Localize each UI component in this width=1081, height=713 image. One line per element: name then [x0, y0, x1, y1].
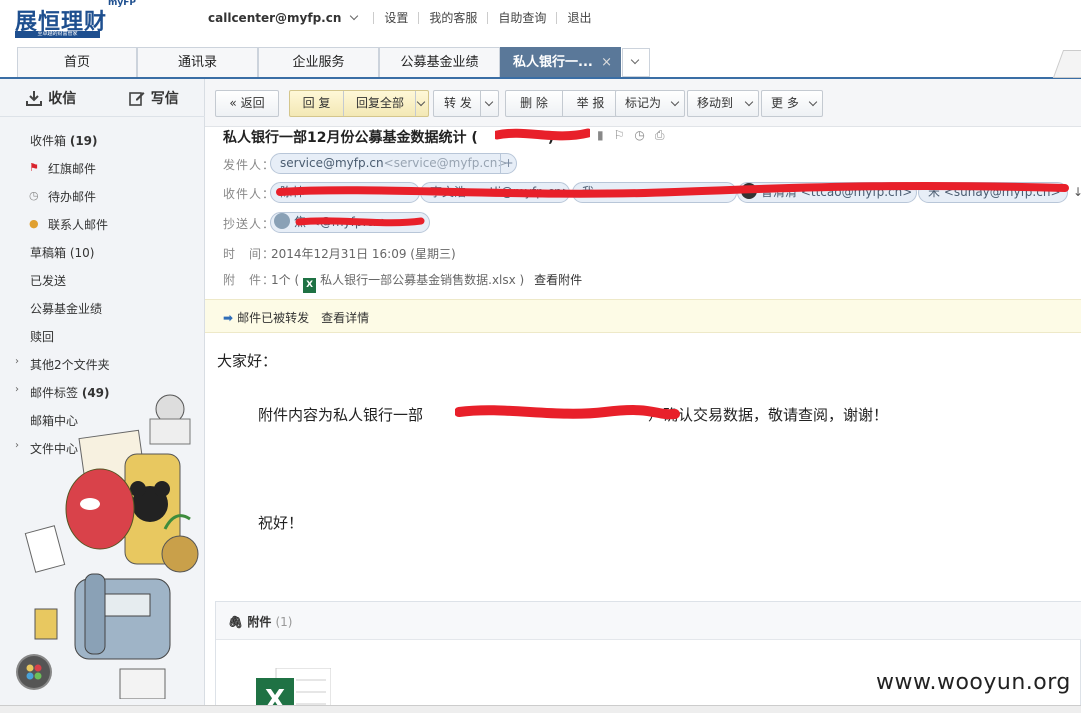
- attachment-label: 附 件：: [223, 273, 276, 287]
- brand-tagline: 至卓越的财富管家: [15, 31, 100, 38]
- clock-icon: ◷: [29, 189, 39, 202]
- attachment-filename[interactable]: 私人银行一部公募基金销售数据.xlsx ): [320, 273, 524, 287]
- sidebar-item-other-folders[interactable]: › 其他2个文件夹: [15, 356, 110, 373]
- body-closing: 祝好！: [258, 514, 304, 532]
- attachments-header: 🖇 附件 (1): [216, 602, 1081, 640]
- brand-name-en: myFP: [108, 0, 136, 8]
- reply-group: 回 复 回复全部: [289, 90, 429, 117]
- chevron-down-icon[interactable]: [350, 11, 359, 21]
- tab-current-mail[interactable]: 私人银行一... ×: [500, 47, 621, 78]
- time-label: 时 间：: [223, 247, 276, 261]
- chevron-down-icon: [484, 97, 494, 107]
- chevron-right-icon: ›: [15, 356, 19, 367]
- flag-icon[interactable]: ⚐: [614, 128, 625, 143]
- apps-launcher-button[interactable]: [18, 656, 50, 688]
- avatar: [274, 213, 290, 229]
- redaction-mark: [455, 405, 680, 420]
- subject-actions: ▮ ⚐ ◷ ⎙: [597, 128, 664, 143]
- apps-grid-icon: [26, 664, 42, 680]
- brand-logo[interactable]: 展恒理财 myFP 至卓越的财富管家: [15, 0, 165, 40]
- top-bar: 展恒理财 myFP 至卓越的财富管家 callcenter@myfp.cn 设置…: [0, 0, 1081, 46]
- more-button[interactable]: 更 多: [761, 90, 823, 117]
- expand-recipients-icon[interactable]: ↓: [1073, 185, 1081, 199]
- arrow-right-icon: ➡: [223, 311, 234, 325]
- back-button[interactable]: « 返回: [215, 90, 279, 117]
- sidebar-item-sent[interactable]: 已发送: [30, 272, 66, 289]
- top-links: callcenter@myfp.cn 设置 我的客服 自助查询 退出: [208, 9, 591, 26]
- tab-contacts[interactable]: 通讯录: [137, 47, 258, 78]
- view-details-link[interactable]: 查看详情: [321, 311, 369, 325]
- download-icon: [26, 90, 43, 106]
- watermark: www.wooyun.org: [876, 670, 1071, 695]
- chevron-down-icon: [744, 97, 754, 107]
- move-to-button[interactable]: 移动到: [687, 90, 759, 117]
- person-icon: ●: [29, 217, 39, 230]
- cc-label: 抄送人：: [223, 217, 276, 231]
- sidebar-item-redemption[interactable]: 赎回: [30, 328, 54, 345]
- paperclip-icon: 🖇: [228, 615, 244, 629]
- status-bar: [0, 705, 1081, 713]
- account-menu[interactable]: callcenter@myfp.cn: [208, 11, 341, 25]
- clock-icon[interactable]: ◷: [634, 128, 644, 143]
- tab-current-mail-label: 私人银行一...: [513, 55, 593, 70]
- chevron-down-icon: [630, 55, 640, 65]
- forwarded-notice: ➡ 邮件已被转发 查看详情: [205, 299, 1081, 333]
- settings-link[interactable]: 设置: [384, 9, 408, 26]
- message-header: 私人银行一部12月份公募基金数据统计 () ▮ ⚐ ◷ ⎙ 发件人： servi…: [205, 127, 1081, 299]
- edit-icon: [128, 91, 145, 106]
- sidebar-item-flagged[interactable]: ⚑ 红旗邮件: [29, 160, 96, 177]
- logout-link[interactable]: 退出: [567, 9, 591, 26]
- flag-icon: ⚑: [29, 161, 39, 174]
- chevron-down-icon: [670, 97, 680, 107]
- tab-fund-performance[interactable]: 公募基金业绩: [379, 47, 500, 78]
- my-service-link[interactable]: 我的客服: [429, 9, 477, 26]
- excel-icon: X: [303, 278, 317, 293]
- sender-chip[interactable]: service@myfp.cn<service@myfp.cn> +: [270, 153, 517, 174]
- view-attachment-link[interactable]: 查看附件: [534, 273, 582, 287]
- sidebar-item-inbox[interactable]: 收件箱 (19): [30, 132, 98, 149]
- chevron-down-icon[interactable]: [416, 97, 426, 107]
- write-button[interactable]: 写信: [103, 79, 206, 116]
- reply-all-button[interactable]: 回复全部: [344, 91, 416, 116]
- attachment-summary: 1个 (X 私人银行一部公募基金销售数据.xlsx ) 查看附件: [271, 271, 582, 293]
- body-greeting: 大家好：: [217, 352, 278, 370]
- mail-toolbar: « 返回 回 复 回复全部 转 发 删 除 举 报 标记为 移动到 更 多: [205, 79, 1081, 127]
- chevron-down-icon: [808, 97, 818, 107]
- receive-label: 收信: [48, 90, 77, 107]
- bookmark-icon[interactable]: ▮: [597, 128, 604, 143]
- sidebar-cartoon-illustration: [24, 394, 199, 699]
- receive-button[interactable]: 收信: [0, 79, 103, 116]
- self-query-link[interactable]: 自助查询: [498, 9, 546, 26]
- delete-button[interactable]: 删 除: [506, 91, 562, 116]
- sidebar: 收信 写信 收件箱 (19) ⚑ 红旗邮件 ◷ 待办邮件 ● 联系人邮件 草稿箱…: [0, 79, 205, 713]
- nav-tabs: 首页 通讯录 企业服务 公募基金业绩 私人银行一... ×: [0, 46, 1081, 79]
- tab-home[interactable]: 首页: [17, 47, 137, 78]
- report-button[interactable]: 举 报: [563, 91, 618, 116]
- reply-button[interactable]: 回 复: [290, 91, 343, 116]
- compose-bar: 收信 写信: [0, 79, 205, 117]
- sidebar-item-drafts[interactable]: 草稿箱 (10): [30, 244, 94, 261]
- forward-button[interactable]: 转 发: [433, 90, 499, 117]
- redaction-mark: [276, 181, 1069, 198]
- close-icon[interactable]: ×: [601, 48, 612, 78]
- print-icon[interactable]: ⎙: [655, 128, 665, 143]
- add-contact-icon[interactable]: +: [500, 154, 516, 173]
- forwarded-notice-text: 邮件已被转发: [237, 311, 310, 325]
- sidebar-item-todo[interactable]: ◷ 待办邮件: [29, 188, 96, 205]
- tab-enterprise[interactable]: 企业服务: [258, 47, 379, 78]
- redaction-mark: [495, 128, 590, 141]
- to-label: 收件人：: [223, 187, 276, 201]
- redaction-mark: [295, 217, 425, 227]
- from-label: 发件人：: [223, 158, 276, 172]
- mark-as-button[interactable]: 标记为: [615, 90, 685, 117]
- sent-time: 2014年12月31日 16:09 (星期三): [271, 247, 456, 261]
- delete-report-group: 删 除 举 报: [505, 90, 617, 117]
- sidebar-item-fund-performance[interactable]: 公募基金业绩: [30, 300, 102, 317]
- sidebar-item-contacts-mail[interactable]: ● 联系人邮件: [29, 216, 108, 233]
- tab-more-button[interactable]: [622, 48, 650, 77]
- write-label: 写信: [150, 90, 179, 107]
